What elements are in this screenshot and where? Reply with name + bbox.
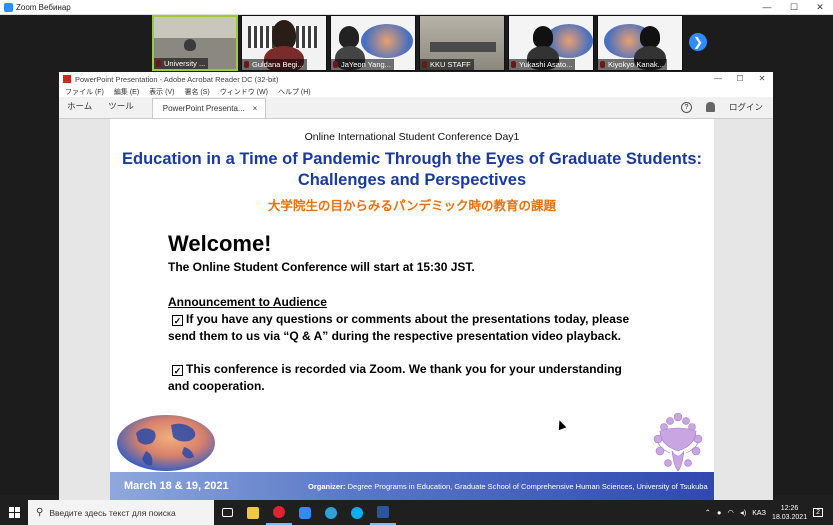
checkbox-icon: ✓ xyxy=(172,315,183,326)
chevron-up-icon[interactable]: ⌃ xyxy=(705,508,711,517)
tab-tools[interactable]: ツール xyxy=(100,100,142,118)
language-indicator[interactable]: КАЗ xyxy=(752,508,766,517)
participant-thumb[interactable]: Kiyokyo Kanak... xyxy=(597,15,683,71)
help-icon[interactable]: ? xyxy=(680,101,692,113)
participant-name: KKU STAFF xyxy=(420,59,474,70)
globe-map-image xyxy=(117,415,215,471)
start-button[interactable] xyxy=(0,500,28,525)
mic-icon[interactable]: ● xyxy=(717,508,722,517)
participant-name: Kiyokyo Kanak... xyxy=(598,59,667,70)
slide-japanese-title: 大学院生の目からみるパンデミック時の教育の課題 xyxy=(267,199,557,213)
slide-announcement-item: ✓ If you have any questions or comments a… xyxy=(168,312,630,343)
university-crest-image xyxy=(653,412,703,472)
slide-page: Online International Student Conference … xyxy=(110,119,714,500)
system-tray: ⌃ ● ◠ ◂) КАЗ 12:26 18.03.2021 2 xyxy=(705,500,823,525)
login-button[interactable]: ログイン xyxy=(729,101,763,113)
slide-announcement-heading: Announcement to Audience xyxy=(168,295,327,309)
menu-edit[interactable]: 編集 (E) xyxy=(114,87,139,97)
word-icon[interactable] xyxy=(370,500,396,525)
tab-home[interactable]: ホーム xyxy=(59,100,100,118)
wifi-icon[interactable]: ◠ xyxy=(727,508,734,517)
checkbox-icon: ✓ xyxy=(172,365,183,376)
notification-icon[interactable]: 2 xyxy=(813,508,823,517)
conference-dates: March 18 & 19, 2021 xyxy=(124,480,229,492)
acrobat-titlebar: PowerPoint Presentation - Adobe Acrobat … xyxy=(59,72,773,86)
search-icon: ⚲ xyxy=(36,507,44,518)
slide-event-name: Online International Student Conference … xyxy=(304,131,520,143)
maximize-icon[interactable]: ☐ xyxy=(780,0,808,15)
slide-footer-banner: March 18 & 19, 2021 Organizer: Degree Pr… xyxy=(110,472,714,500)
zoom-titlebar: Zoom Вебинар — ☐ ✕ xyxy=(0,0,833,15)
zoom-logo-icon xyxy=(4,2,13,12)
file-explorer-icon[interactable] xyxy=(240,500,266,525)
clock[interactable]: 12:26 18.03.2021 xyxy=(772,504,807,522)
tab-document[interactable]: PowerPoint Presenta... × xyxy=(151,98,267,118)
slide-welcome-heading: Welcome! xyxy=(168,231,272,256)
acrobat-logo-icon xyxy=(63,75,71,83)
taskbar-search-input[interactable]: ⚲ Введите здесь текст для поиска xyxy=(28,500,214,525)
participant-thumb[interactable]: KKU STAFF xyxy=(419,15,505,71)
slide-main-title: Education in a Time of Pandemic Through … xyxy=(121,150,703,189)
minimize-icon[interactable]: — xyxy=(753,0,781,15)
participant-name: Yukashi Asato... xyxy=(509,59,576,70)
acrobat-maximize-icon[interactable]: ☐ xyxy=(729,72,751,86)
slide-announcement-item: ✓ This conference is recorded via Zoom. W… xyxy=(168,362,622,393)
participant-thumb[interactable]: Yukashi Asato... xyxy=(508,15,594,71)
acrobat-window-title: PowerPoint Presentation - Adobe Acrobat … xyxy=(75,74,279,84)
acrobat-close-icon[interactable]: ✕ xyxy=(751,72,773,86)
menu-help[interactable]: ヘルプ (H) xyxy=(278,87,311,97)
menu-view[interactable]: 表示 (V) xyxy=(149,87,174,97)
participant-strip: University ... Guldana Begi... JaYeon Ya… xyxy=(152,15,683,73)
close-icon[interactable]: ✕ xyxy=(806,0,833,15)
acrobat-menubar: ファイル (F) 編集 (E) 表示 (V) 署名 (S) ウィンドウ (W) … xyxy=(59,86,773,97)
slide-start-time: The Online Student Conference will start… xyxy=(168,260,475,274)
participant-thumb[interactable]: JaYeon Yang... xyxy=(330,15,416,71)
menu-window[interactable]: ウィンドウ (W) xyxy=(220,87,268,97)
menu-sign[interactable]: 署名 (S) xyxy=(184,87,209,97)
participant-name: JaYeon Yang... xyxy=(331,59,394,70)
document-area: Online International Student Conference … xyxy=(59,119,773,500)
task-view-icon[interactable] xyxy=(214,500,240,525)
edge-icon[interactable] xyxy=(318,500,344,525)
zoom-window-title: Zoom Вебинар xyxy=(16,2,71,12)
acrobat-minimize-icon[interactable]: — xyxy=(707,72,729,86)
participant-name: University ... xyxy=(154,58,209,69)
opera-icon[interactable] xyxy=(266,500,292,525)
organizer-text: Organizer: Degree Programs in Education,… xyxy=(308,481,708,491)
next-page-button[interactable]: ❯ xyxy=(689,33,707,51)
participant-thumb[interactable]: Guldana Begi... xyxy=(241,15,327,71)
participant-name: Guldana Begi... xyxy=(242,59,307,70)
skype-icon[interactable] xyxy=(344,500,370,525)
zoom-app-icon[interactable] xyxy=(292,500,318,525)
search-placeholder: Введите здесь текст для поиска xyxy=(49,507,176,518)
participant-thumb[interactable]: University ... xyxy=(152,15,238,71)
tab-document-label: PowerPoint Presenta... xyxy=(162,104,245,113)
shared-acrobat-window: PowerPoint Presentation - Adobe Acrobat … xyxy=(59,72,773,500)
volume-icon[interactable]: ◂) xyxy=(740,508,746,517)
windows-taskbar: ⚲ Введите здесь текст для поиска ⌃ ● ◠ ◂… xyxy=(0,500,833,525)
tab-close-icon[interactable]: × xyxy=(253,104,258,118)
menu-file[interactable]: ファイル (F) xyxy=(65,87,104,97)
windows-logo-icon xyxy=(8,507,20,518)
bell-icon[interactable] xyxy=(705,102,715,112)
acrobat-tabbar: ホーム ツール PowerPoint Presenta... × ? ログイン xyxy=(59,97,773,119)
